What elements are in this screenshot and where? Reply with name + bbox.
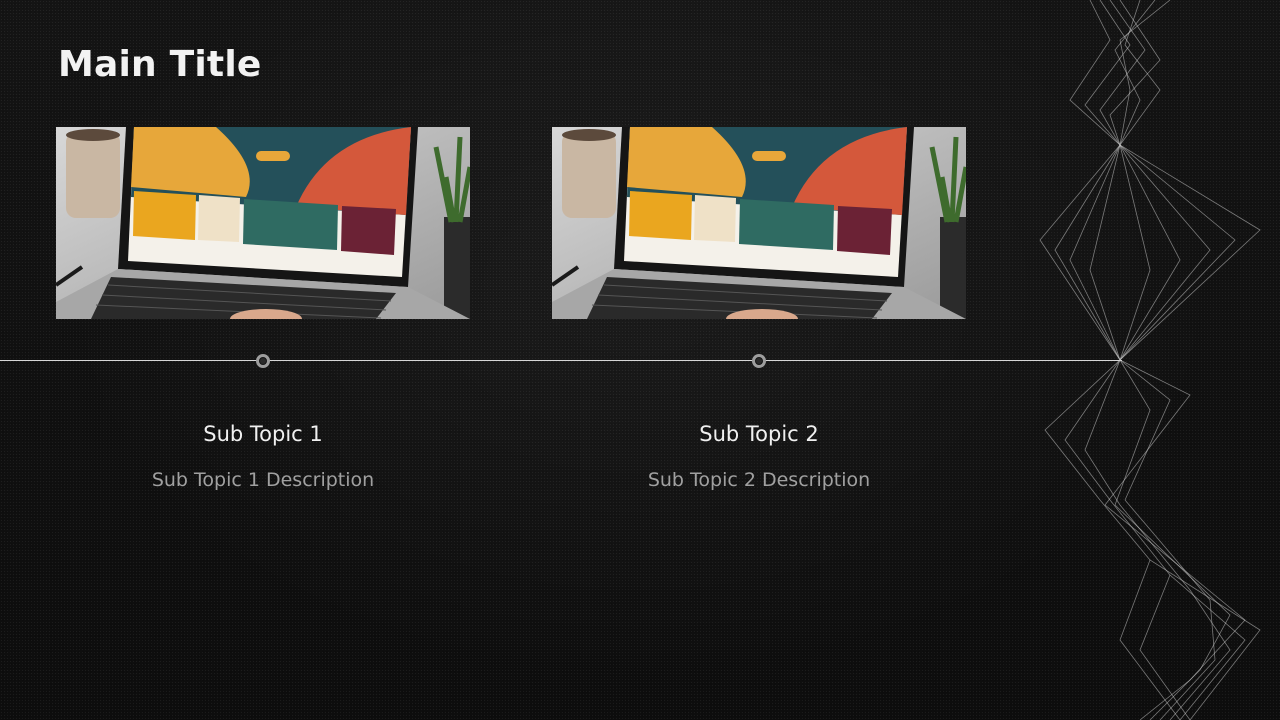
ring-node-icon	[256, 354, 270, 368]
ring-node-icon	[752, 354, 766, 368]
topic-2-description: Sub Topic 2 Description	[647, 469, 871, 491]
decorative-wave-lines	[1039, 0, 1261, 720]
topic-2-photo	[552, 127, 966, 319]
timeline-line	[0, 360, 1122, 361]
topic-1-title: Sub Topic 1	[203, 422, 323, 446]
page-title: Main Title	[58, 44, 262, 85]
topic-1-photo	[56, 127, 470, 319]
topic-2-title: Sub Topic 2	[699, 422, 819, 446]
topic-1-description: Sub Topic 1 Description	[151, 469, 375, 491]
laptop-workspace-photo	[56, 127, 470, 319]
laptop-workspace-photo	[552, 127, 966, 319]
slide: Main Title Sub Topic 1 Sub Topic 1 Descr…	[0, 0, 1280, 720]
